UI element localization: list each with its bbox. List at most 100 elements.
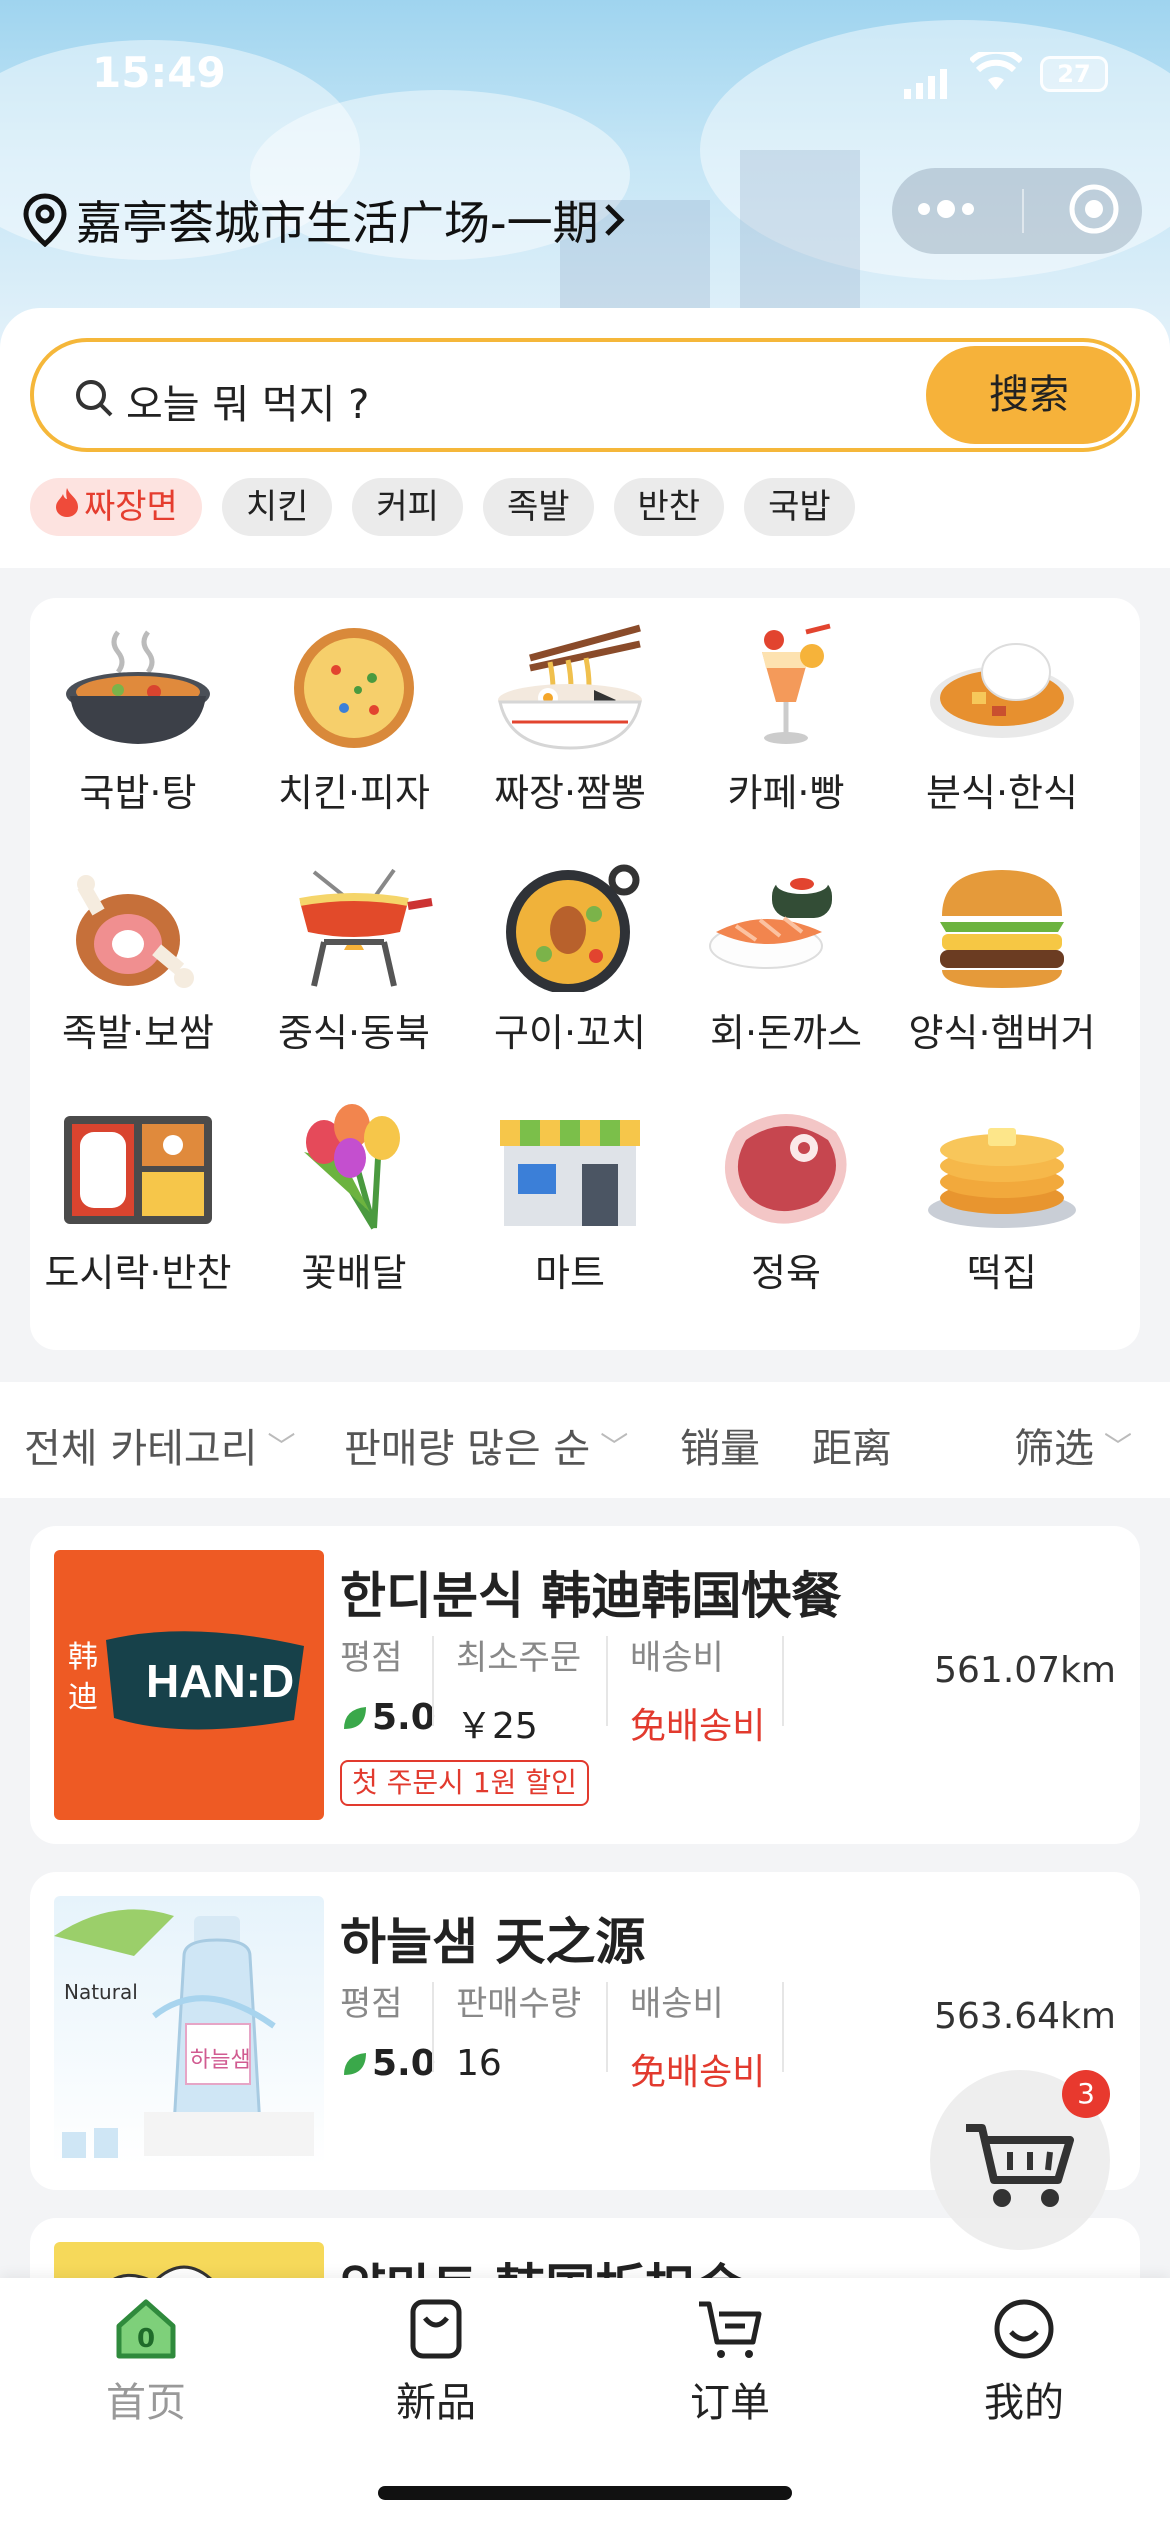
cocktail-icon bbox=[762, 623, 831, 744]
category-chicken-pizza[interactable]: 치킨·피자 bbox=[246, 598, 462, 818]
fondue-icon bbox=[299, 868, 433, 987]
category-jokbal[interactable]: 족발·보쌈 bbox=[30, 838, 246, 1058]
more-dots-icon[interactable] bbox=[914, 199, 978, 223]
hot-tag[interactable]: 짜장면 bbox=[30, 478, 202, 536]
search-bar[interactable]: 오늘 뭐 먹지 ? 搜索 bbox=[30, 338, 1140, 452]
sushi-icon bbox=[709, 874, 832, 969]
leaf-icon bbox=[344, 2052, 366, 2075]
category-label: 짜장·짬뽕 bbox=[494, 771, 646, 815]
rating-value: 5.0 bbox=[340, 1697, 436, 1738]
location-pin-icon bbox=[23, 193, 67, 247]
column-divider bbox=[432, 1636, 434, 1726]
store-card[interactable]: 韩迪 HAN:D 한디분식 韩迪韩国快餐 평점 5.0 최소주문 ￥25 배송비… bbox=[30, 1526, 1140, 1844]
status-time: 15:49 bbox=[92, 48, 226, 97]
smile-icon bbox=[994, 2299, 1054, 2359]
location-selector[interactable]: 嘉亭荟城市生活广场-一期 bbox=[22, 185, 637, 255]
min-order-column: 최소주문 ￥25 bbox=[456, 1630, 582, 1747]
category-label: 꽃배달 bbox=[301, 1251, 407, 1295]
store-distance: 561.07km bbox=[934, 1650, 1116, 1691]
logo-text: HAN:D bbox=[146, 1655, 295, 1707]
search-button[interactable]: 搜索 bbox=[926, 346, 1132, 444]
tag[interactable]: 반찬 bbox=[613, 478, 725, 536]
sales-header: 판매수량 bbox=[456, 1984, 582, 2024]
distance-sort[interactable]: 距离 bbox=[812, 1416, 892, 1474]
store-distance: 563.64km bbox=[934, 1996, 1116, 2037]
pizza-icon bbox=[294, 628, 414, 748]
tag[interactable]: 치킨 bbox=[221, 478, 333, 536]
cart-badge: 3 bbox=[1062, 2070, 1110, 2118]
search-icon bbox=[74, 378, 114, 422]
category-ricecake[interactable]: 떡집 bbox=[894, 1078, 1110, 1298]
delivery-fee-header: 배송비 bbox=[630, 1638, 724, 1678]
bento-icon bbox=[64, 1116, 212, 1224]
category-label: 도시락·반찬 bbox=[44, 1251, 232, 1295]
store-logo: 韩迪 HAN:D bbox=[54, 1550, 324, 1820]
category-western[interactable]: 양식·햄버거 bbox=[894, 838, 1110, 1058]
category-mart[interactable]: 마트 bbox=[462, 1078, 678, 1298]
category-grid: 국밥·탕 치킨·피자 짜장·짬뽕 카페·빵 분식·한식 족발·보쌈 중식·동북 … bbox=[30, 598, 1140, 1350]
sort-filter-label: 판매량 많은 순 bbox=[344, 1426, 591, 1472]
search-input[interactable]: 오늘 뭐 먹지 ? bbox=[126, 372, 369, 430]
flame-icon bbox=[54, 478, 80, 536]
floating-cart-button[interactable]: 3 bbox=[930, 2070, 1110, 2250]
tab-mine[interactable]: 我的 bbox=[924, 2296, 1124, 2428]
filter-button[interactable]: 筛选 ﹀ bbox=[1014, 1416, 1132, 1474]
target-circle-icon[interactable] bbox=[1068, 183, 1120, 239]
rating-header: 평점 bbox=[340, 1638, 403, 1678]
sales-value: 16 bbox=[456, 2043, 502, 2084]
thumb-text: Natural bbox=[64, 1980, 138, 2004]
category-butcher[interactable]: 정육 bbox=[678, 1078, 894, 1298]
delivery-fee-value: 免배송비 bbox=[630, 2052, 766, 2093]
category-jjajang[interactable]: 짜장·짬뽕 bbox=[462, 598, 678, 818]
rating-value: 5.0 bbox=[340, 2043, 436, 2084]
meat-leg-icon bbox=[76, 875, 194, 988]
tab-home[interactable]: 0 首页 bbox=[46, 2296, 246, 2428]
tab-orders[interactable]: 订单 bbox=[630, 2296, 830, 2428]
category-label: 국밥·탕 bbox=[79, 771, 197, 815]
category-label: 구이·꼬치 bbox=[494, 1011, 646, 1055]
promo-badge: 첫 주문시 1원 할인 bbox=[340, 1760, 589, 1806]
category-gukbap[interactable]: 국밥·탕 bbox=[30, 598, 246, 818]
tag[interactable]: 커피 bbox=[352, 478, 463, 536]
delivery-fee-column: 배송비 免배송비 bbox=[630, 1630, 765, 1747]
logo-chinese: 韩迪 bbox=[68, 1640, 98, 1715]
status-bar: 15:49 27 bbox=[0, 40, 1170, 110]
category-chinese[interactable]: 중식·동북 bbox=[246, 838, 462, 1058]
home-badge: 0 bbox=[137, 2324, 156, 2354]
tab-new[interactable]: 新品 bbox=[336, 2296, 536, 2428]
tag[interactable]: 족발 bbox=[482, 478, 594, 536]
delivery-fee-value: 免배송비 bbox=[630, 1706, 766, 1747]
category-cafe[interactable]: 카페·빵 bbox=[678, 598, 894, 818]
hot-tags: 짜장면 치킨 커피 족발 반찬 국밥 bbox=[30, 478, 875, 538]
burger-icon bbox=[940, 870, 1064, 988]
sales-column: 판매수량 16 bbox=[456, 1976, 581, 2086]
chevron-down-icon: ﹀ bbox=[600, 1430, 629, 1463]
chevron-right-icon bbox=[604, 204, 625, 236]
category-bunsik[interactable]: 분식·한식 bbox=[894, 598, 1110, 818]
store-logo: Natural 하늘샘 bbox=[54, 1896, 324, 2166]
sales-sort[interactable]: 销量 bbox=[680, 1416, 760, 1474]
delivery-fee-header: 배송비 bbox=[630, 1984, 724, 2024]
min-order-header: 최소주문 bbox=[456, 1638, 582, 1678]
sort-filter[interactable]: 판매량 많은 순 ﹀ bbox=[344, 1416, 628, 1474]
column-divider bbox=[606, 1636, 608, 1726]
category-label: 정육 bbox=[751, 1251, 821, 1295]
min-order-value: ￥25 bbox=[456, 1706, 538, 1747]
tab-label: 订单 bbox=[690, 2380, 770, 2426]
flower-bouquet-icon bbox=[304, 1104, 400, 1230]
battery-indicator: 27 bbox=[1040, 56, 1108, 92]
home-indicator bbox=[378, 2486, 792, 2500]
category-filter[interactable]: 전체 카테고리 ﹀ bbox=[24, 1416, 296, 1474]
category-label: 분식·한식 bbox=[926, 771, 1078, 815]
category-label: 중식·동북 bbox=[278, 1011, 430, 1055]
category-sashimi[interactable]: 회·돈까스 bbox=[678, 838, 894, 1058]
category-dosirak[interactable]: 도시락·반찬 bbox=[30, 1078, 246, 1298]
tag[interactable]: 국밥 bbox=[744, 478, 855, 536]
pancake-icon bbox=[928, 1128, 1076, 1228]
category-label: 마트 bbox=[535, 1251, 605, 1295]
rating-column: 평점 5.0 bbox=[340, 1976, 436, 2086]
category-label: 회·돈까스 bbox=[710, 1011, 862, 1055]
category-flower[interactable]: 꽃배달 bbox=[246, 1078, 462, 1298]
category-label: 카페·빵 bbox=[727, 771, 845, 815]
category-grill[interactable]: 구이·꼬치 bbox=[462, 838, 678, 1058]
